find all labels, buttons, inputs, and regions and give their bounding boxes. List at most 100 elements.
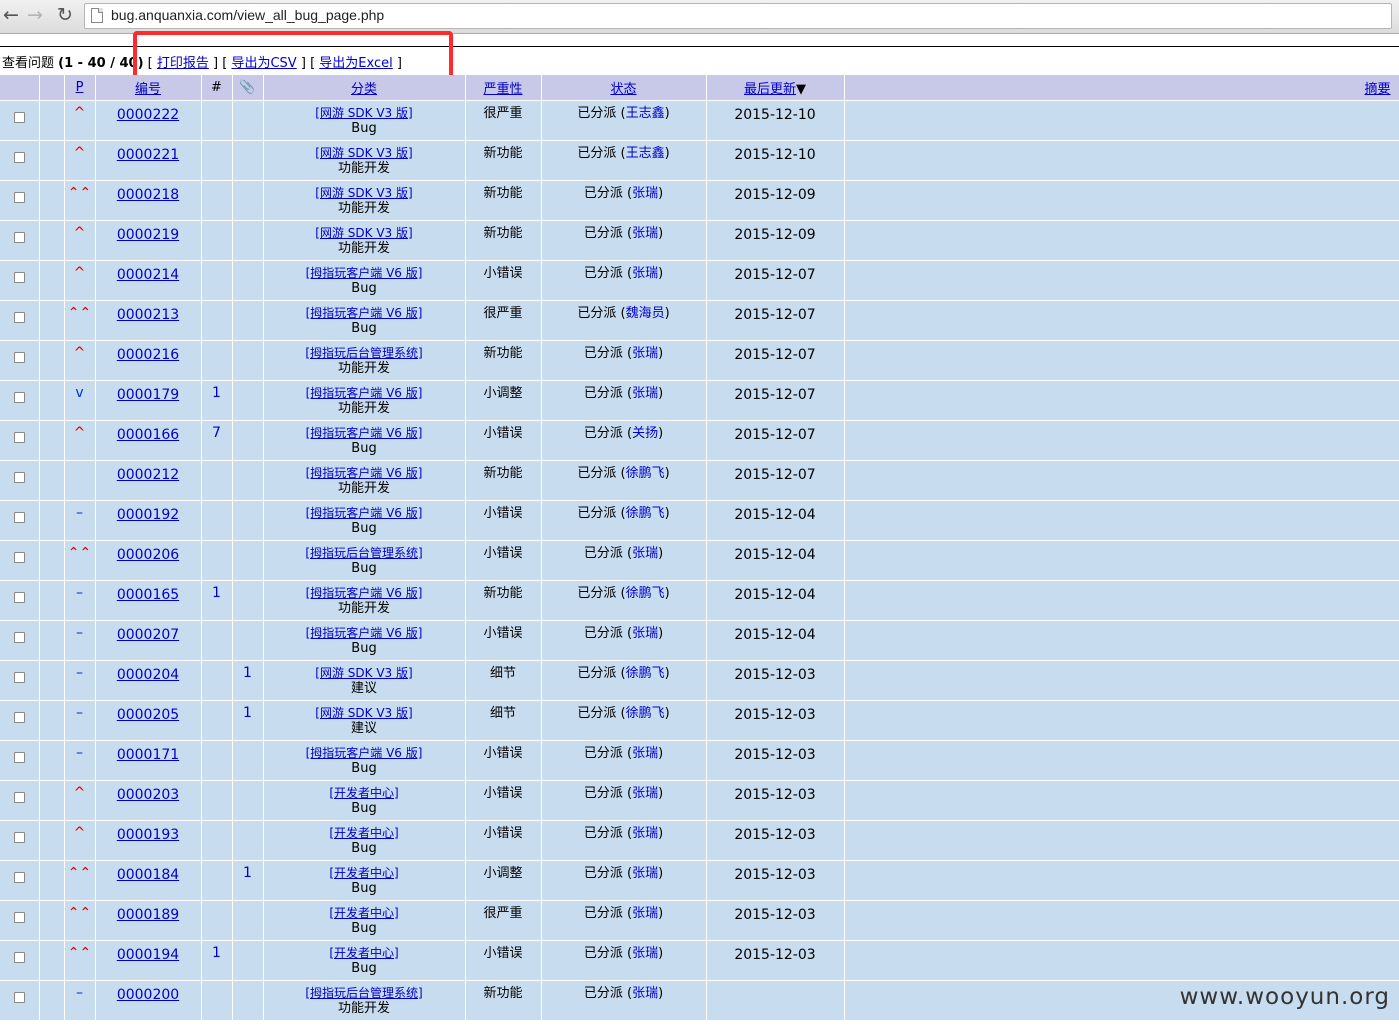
bug-id-link[interactable]: 0000218 (117, 186, 179, 204)
assignee-link[interactable]: 徐鹏飞 (626, 506, 665, 521)
assignee-link[interactable]: 王志鑫 (626, 146, 665, 161)
bug-id-link[interactable]: 0000205 (117, 706, 179, 724)
bug-id-link[interactable]: 0000222 (117, 106, 179, 124)
bug-id-link[interactable]: 0000219 (117, 226, 179, 244)
project-link[interactable]: [网游 SDK V3 版] (315, 186, 412, 200)
attachment-count-link[interactable]: 1 (243, 705, 252, 721)
assignee-link[interactable]: 张瑞 (632, 386, 658, 401)
bug-id-link[interactable]: 0000165 (117, 586, 179, 604)
project-link[interactable]: [拇指玩客户端 V6 版] (306, 466, 423, 480)
summary-col-header[interactable]: 摘要 (844, 75, 1399, 101)
category-col-header[interactable]: 分类 (263, 75, 466, 101)
row-checkbox[interactable] (13, 872, 25, 883)
status-col-header[interactable]: 状态 (541, 75, 707, 101)
row-checkbox[interactable] (13, 192, 25, 203)
bug-id-link[interactable]: 0000179 (117, 386, 179, 404)
project-link[interactable]: [开发者中心] (329, 946, 398, 960)
row-checkbox[interactable] (13, 392, 25, 403)
assignee-link[interactable]: 张瑞 (632, 946, 658, 961)
notes-count-link[interactable]: 1 (212, 385, 221, 401)
project-link[interactable]: [开发者中心] (329, 826, 398, 840)
bug-id-link[interactable]: 0000200 (117, 986, 179, 1004)
row-checkbox[interactable] (13, 152, 25, 163)
row-checkbox[interactable] (13, 272, 25, 283)
row-checkbox[interactable] (13, 632, 25, 643)
project-link[interactable]: [开发者中心] (329, 786, 398, 800)
row-checkbox[interactable] (13, 512, 25, 523)
back-arrow-icon[interactable]: ← (0, 4, 22, 26)
assignee-link[interactable]: 徐鹏飞 (626, 466, 665, 481)
address-bar[interactable]: bug.anquanxia.com/view_all_bug_page.php (84, 3, 1392, 29)
row-checkbox[interactable] (13, 312, 25, 323)
bug-id-link[interactable]: 0000184 (117, 866, 179, 884)
severity-col-header[interactable]: 严重性 (465, 75, 542, 101)
assignee-link[interactable]: 张瑞 (632, 866, 658, 881)
row-checkbox[interactable] (13, 592, 25, 603)
assignee-link[interactable]: 张瑞 (632, 786, 658, 801)
bug-id-link[interactable]: 0000189 (117, 906, 179, 924)
notes-count-link[interactable]: 7 (212, 425, 221, 441)
row-checkbox[interactable] (13, 992, 25, 1003)
project-link[interactable]: [拇指玩客户端 V6 版] (306, 586, 423, 600)
row-checkbox[interactable] (13, 112, 25, 123)
bug-id-link[interactable]: 0000204 (117, 666, 179, 684)
project-link[interactable]: [拇指玩客户端 V6 版] (306, 426, 423, 440)
assignee-link[interactable]: 张瑞 (632, 746, 658, 761)
bug-id-link[interactable]: 0000221 (117, 146, 179, 164)
project-link[interactable]: [拇指玩后台管理系统] (305, 346, 422, 360)
assignee-link[interactable]: 张瑞 (632, 826, 658, 841)
assignee-link[interactable]: 张瑞 (632, 226, 658, 241)
assignee-link[interactable]: 张瑞 (632, 266, 658, 281)
project-link[interactable]: [拇指玩客户端 V6 版] (306, 506, 423, 520)
reload-icon[interactable]: ↻ (54, 4, 76, 26)
row-checkbox[interactable] (13, 672, 25, 683)
project-link[interactable]: [拇指玩后台管理系统] (305, 546, 422, 560)
bug-id-link[interactable]: 0000166 (117, 426, 179, 444)
project-link[interactable]: [拇指玩客户端 V6 版] (306, 306, 423, 320)
row-checkbox[interactable] (13, 912, 25, 923)
row-checkbox[interactable] (13, 712, 25, 723)
assignee-link[interactable]: 张瑞 (632, 906, 658, 921)
row-checkbox[interactable] (13, 752, 25, 763)
bug-id-link[interactable]: 0000207 (117, 626, 179, 644)
bug-id-link[interactable]: 0000203 (117, 786, 179, 804)
project-link[interactable]: [网游 SDK V3 版] (315, 706, 412, 720)
assignee-link[interactable]: 张瑞 (632, 546, 658, 561)
project-link[interactable]: [网游 SDK V3 版] (315, 226, 412, 240)
bug-id-link[interactable]: 0000214 (117, 266, 179, 284)
row-checkbox[interactable] (13, 792, 25, 803)
bug-id-link[interactable]: 0000216 (117, 346, 179, 364)
project-link[interactable]: [拇指玩客户端 V6 版] (306, 626, 423, 640)
bug-id-link[interactable]: 0000193 (117, 826, 179, 844)
assignee-link[interactable]: 王志鑫 (626, 106, 665, 121)
bug-id-link[interactable]: 0000213 (117, 306, 179, 324)
notes-count-link[interactable]: 1 (212, 945, 221, 961)
row-checkbox[interactable] (13, 232, 25, 243)
project-link[interactable]: [网游 SDK V3 版] (315, 106, 412, 120)
assignee-link[interactable]: 张瑞 (632, 346, 658, 361)
bug-id-link[interactable]: 0000212 (117, 466, 179, 484)
bug-id-link[interactable]: 0000171 (117, 746, 179, 764)
assignee-link[interactable]: 关扬 (632, 426, 658, 441)
bug-id-link[interactable]: 0000206 (117, 546, 179, 564)
assignee-link[interactable]: 张瑞 (632, 986, 658, 1001)
bug-id-link[interactable]: 0000192 (117, 506, 179, 524)
project-link[interactable]: [开发者中心] (329, 906, 398, 920)
updated-col-header[interactable]: 最后更新▼ (706, 75, 845, 101)
priority-col-header[interactable]: P (64, 75, 96, 101)
assignee-link[interactable]: 魏海员 (626, 306, 665, 321)
project-link[interactable]: [拇指玩客户端 V6 版] (306, 266, 423, 280)
row-checkbox[interactable] (13, 352, 25, 363)
assignee-link[interactable]: 张瑞 (632, 186, 658, 201)
bug-id-link[interactable]: 0000194 (117, 946, 179, 964)
project-link[interactable]: [网游 SDK V3 版] (315, 666, 412, 680)
row-checkbox[interactable] (13, 472, 25, 483)
project-link[interactable]: [开发者中心] (329, 866, 398, 880)
attachment-count-link[interactable]: 1 (243, 865, 252, 881)
id-col-header[interactable]: 编号 (95, 75, 202, 101)
assignee-link[interactable]: 张瑞 (632, 626, 658, 641)
attachment-count-link[interactable]: 1 (243, 665, 252, 681)
row-checkbox[interactable] (13, 952, 25, 963)
row-checkbox[interactable] (13, 432, 25, 443)
project-link[interactable]: [拇指玩客户端 V6 版] (306, 386, 423, 400)
